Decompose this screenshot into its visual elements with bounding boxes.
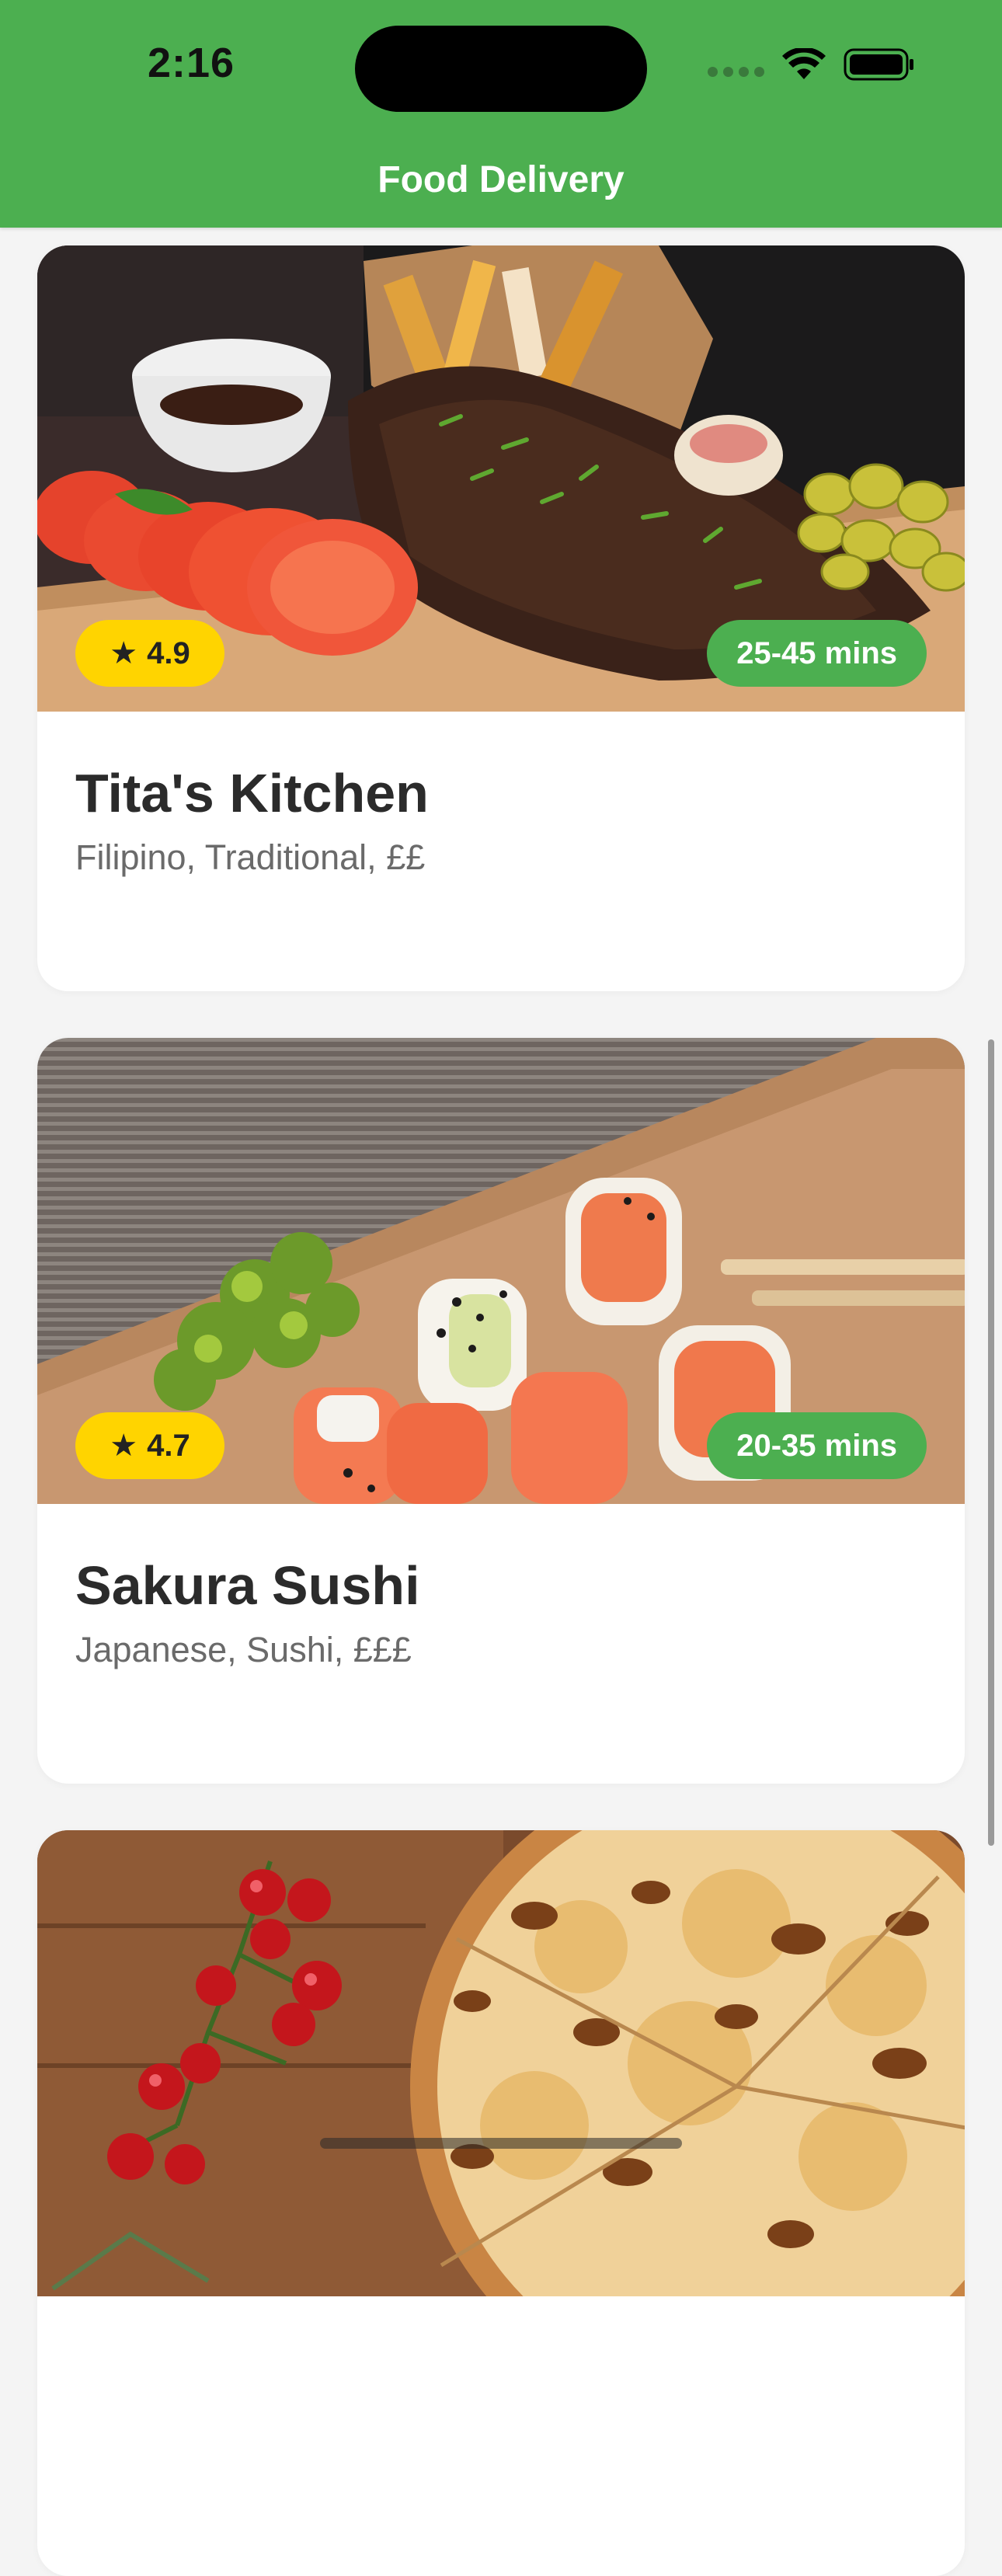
rating-badge: ★ 4.9 <box>75 620 224 687</box>
star-icon: ★ <box>110 1429 138 1463</box>
battery-icon <box>844 48 913 81</box>
app-header: 2:16 Food Delivery <box>0 0 1002 228</box>
page-title: Food Delivery <box>377 159 625 200</box>
restaurant-name: Sakura Sushi <box>75 1555 420 1616</box>
restaurant-card[interactable] <box>37 1830 965 2576</box>
rating-badge: ★ 4.7 <box>75 1412 224 1479</box>
restaurant-name: Tita's Kitchen <box>75 763 429 823</box>
rating-value: 4.9 <box>147 635 190 670</box>
delivery-time-badge: 20-35 mins <box>707 1412 927 1479</box>
delivery-time-badge: 25-45 mins <box>707 620 927 687</box>
restaurant-photo-pizza <box>37 1830 965 2296</box>
dynamic-island <box>355 26 647 112</box>
restaurant-cuisine: Filipino, Traditional, ££ <box>75 837 426 877</box>
rating-value: 4.7 <box>147 1428 190 1463</box>
status-icons <box>708 48 915 81</box>
restaurant-card[interactable]: ★ 4.9 25-45 mins Tita's Kitchen Filipino… <box>37 245 965 991</box>
star-icon: ★ <box>110 636 138 670</box>
cellular-signal-icon <box>708 66 764 77</box>
scrollbar[interactable] <box>988 1039 994 1846</box>
wifi-icon <box>782 48 826 79</box>
home-indicator[interactable] <box>320 2138 682 2149</box>
restaurant-cuisine: Japanese, Sushi, £££ <box>75 1630 412 1669</box>
status-time: 2:16 <box>148 40 235 86</box>
restaurant-card[interactable]: ★ 4.7 20-35 mins Sakura Sushi Japanese, … <box>37 1038 965 1784</box>
